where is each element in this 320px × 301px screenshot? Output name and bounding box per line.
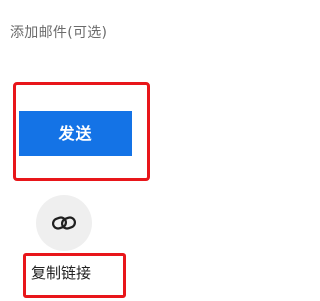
copy-link-button[interactable] <box>36 195 92 251</box>
add-email-label[interactable]: 添加邮件(可选) <box>10 23 107 43</box>
copy-link-label[interactable]: 复制链接 <box>31 262 91 284</box>
link-icon <box>51 216 77 230</box>
share-panel: 添加邮件(可选) 发送 复制链接 <box>0 0 261 301</box>
send-button[interactable]: 发送 <box>19 111 132 156</box>
